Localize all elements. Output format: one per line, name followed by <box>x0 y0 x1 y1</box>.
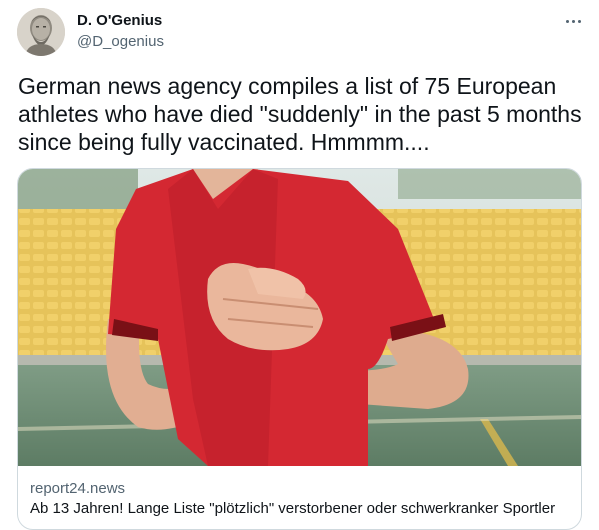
link-card[interactable]: report24.news Ab 13 Jahren! Lange Liste … <box>17 168 582 530</box>
author-display-name[interactable]: D. O'Genius <box>77 11 162 31</box>
link-card-image[interactable] <box>18 169 581 466</box>
more-horizontal-icon <box>571 19 575 23</box>
link-card-title[interactable]: Ab 13 Jahren! Lange Liste "plötzlich" ve… <box>30 499 575 519</box>
more-horizontal-icon <box>565 19 569 23</box>
tweet[interactable]: D. O'Genius @D_ogenius German news agenc… <box>0 0 599 530</box>
link-card-domain: report24.news <box>30 480 126 497</box>
more-horizontal-icon <box>577 19 581 23</box>
more-options-button[interactable] <box>558 8 588 34</box>
author-handle[interactable]: @D_ogenius <box>77 32 164 52</box>
athlete-clutching-chest-photo-icon <box>18 169 581 466</box>
avatar[interactable] <box>17 8 65 56</box>
tweet-text: German news agency compiles a list of 75… <box>18 73 588 155</box>
bust-statue-avatar-icon <box>17 8 65 56</box>
